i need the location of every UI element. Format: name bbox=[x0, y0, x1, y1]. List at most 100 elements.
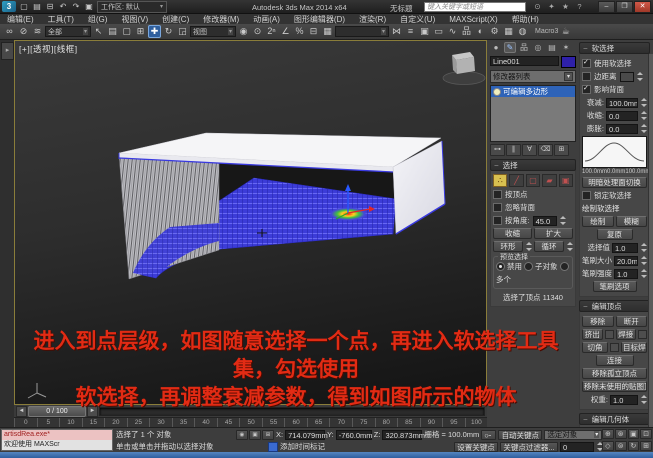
auto-key-button[interactable]: 自动关键点 bbox=[498, 430, 542, 440]
minimize-button[interactable]: – bbox=[598, 1, 615, 13]
remove-button[interactable]: 移除 bbox=[582, 316, 614, 327]
show-end-result-icon[interactable]: ∥ bbox=[506, 144, 521, 156]
soft-selection-header[interactable]: − 软选择 bbox=[579, 42, 650, 54]
absolute-relative-icon[interactable]: ⊞ bbox=[262, 430, 274, 440]
maxscript-mini-listener[interactable]: artisdRea.exe* 欢迎使用 MAXScr bbox=[1, 429, 113, 451]
material-editor-icon[interactable]: ◐ bbox=[474, 25, 487, 38]
object-color-swatch[interactable] bbox=[561, 56, 576, 68]
set-key-mode-icon[interactable]: ○╴ bbox=[481, 430, 496, 440]
coord-y-field[interactable]: -760.0mm bbox=[336, 430, 372, 440]
favorites-icon[interactable]: ★ bbox=[560, 2, 571, 12]
spinner[interactable] bbox=[640, 269, 647, 279]
bubble-field[interactable]: 0.0 bbox=[606, 124, 638, 134]
tab-hierarchy[interactable]: 品 bbox=[518, 42, 530, 53]
menu-item[interactable]: 渲染(R) bbox=[352, 14, 393, 25]
by-angle-field[interactable]: 45.0 bbox=[533, 216, 557, 226]
menu-item[interactable]: 视图(V) bbox=[114, 14, 155, 25]
selection-lock-icon[interactable]: ▣ bbox=[249, 430, 261, 440]
connect-button[interactable]: 连接 bbox=[596, 355, 634, 366]
ignore-backfacing-checkbox[interactable] bbox=[493, 203, 502, 212]
select-and-scale-icon[interactable]: ◲ bbox=[176, 25, 189, 38]
menu-item[interactable]: 修改器(M) bbox=[196, 14, 246, 25]
select-and-manipulate-icon[interactable]: ⊙ bbox=[251, 25, 264, 38]
undo-icon[interactable]: ↶ bbox=[57, 1, 69, 12]
save-file-icon[interactable]: ⊟ bbox=[44, 1, 56, 12]
orbit-icon[interactable]: ↻ bbox=[628, 441, 640, 451]
blur-button[interactable]: 模糊 bbox=[616, 216, 648, 227]
spinner[interactable] bbox=[640, 98, 647, 108]
app-logo-icon[interactable]: 3 bbox=[2, 1, 16, 12]
close-button[interactable]: ✕ bbox=[634, 1, 651, 13]
ribbon-toggle-icon[interactable]: ▭ bbox=[432, 25, 445, 38]
menu-item[interactable]: 图形编辑器(D) bbox=[287, 14, 352, 25]
menu-item[interactable]: MAXScript(X) bbox=[442, 15, 504, 24]
menu-item[interactable]: 组(G) bbox=[81, 14, 115, 25]
spinner[interactable] bbox=[560, 216, 567, 226]
edge-distance-field[interactable] bbox=[620, 72, 634, 82]
affect-backfacing-checkbox[interactable] bbox=[582, 85, 591, 94]
tab-motion[interactable]: ◎ bbox=[532, 42, 544, 53]
edit-named-sets-icon[interactable]: ▦ bbox=[321, 25, 334, 38]
key-filters-button[interactable]: 关键点过滤器... bbox=[500, 442, 558, 452]
spinner[interactable] bbox=[566, 242, 573, 252]
shaded-face-toggle-button[interactable]: 明暗处理面切换 bbox=[582, 177, 647, 188]
menu-item[interactable]: 创建(C) bbox=[155, 14, 196, 25]
by-vertex-checkbox[interactable] bbox=[493, 190, 502, 199]
mirror-icon[interactable]: ⋈ bbox=[390, 25, 403, 38]
zoom-extents-icon[interactable]: ▣ bbox=[628, 429, 640, 439]
reference-coordinate-dropdown[interactable]: 视图▾ bbox=[190, 26, 236, 37]
modifier-onoff-icon[interactable] bbox=[493, 88, 501, 96]
percent-snap-icon[interactable]: % bbox=[293, 25, 306, 38]
perspective-viewport[interactable]: [+][透视][线框] bbox=[14, 40, 487, 405]
lock-soft-selection-checkbox[interactable] bbox=[582, 191, 591, 200]
chamfer-settings-button[interactable] bbox=[610, 343, 619, 352]
polygon-mode-icon[interactable]: ▰ bbox=[542, 174, 556, 187]
select-object-icon[interactable]: ↖ bbox=[92, 25, 105, 38]
menu-item[interactable]: 自定义(U) bbox=[393, 14, 442, 25]
select-and-link-icon[interactable]: ∞ bbox=[3, 25, 16, 38]
zoom-extents-all-icon[interactable]: ⊡ bbox=[640, 429, 652, 439]
modifier-list-dropdown[interactable]: 修改器列表 ▾ bbox=[490, 70, 576, 83]
spinner-snap-icon[interactable]: ⊟ bbox=[307, 25, 320, 38]
brush-size-field[interactable]: 20.0mm bbox=[614, 256, 638, 266]
loop-button[interactable]: 循环 bbox=[534, 241, 564, 252]
remove-isolated-vertices-button[interactable]: 移除孤立顶点 bbox=[582, 368, 647, 379]
preview-off-radio[interactable] bbox=[496, 262, 505, 271]
layer-manager-icon[interactable]: ▣ bbox=[418, 25, 431, 38]
panel-scrollbar[interactable] bbox=[648, 54, 653, 428]
snaps-toggle-icon[interactable]: 2ⁿ bbox=[265, 25, 278, 38]
macro-teapot-icon[interactable]: ☕ bbox=[559, 25, 572, 38]
use-pivot-center-icon[interactable]: ◉ bbox=[237, 25, 250, 38]
selected-filter-dropdown[interactable]: 选定对象▾ bbox=[544, 430, 602, 440]
macro-button-label[interactable]: Macro3 bbox=[535, 28, 558, 35]
align-icon[interactable]: ≡ bbox=[404, 25, 417, 38]
vertex-mode-icon[interactable]: ∴ bbox=[493, 174, 507, 187]
curve-editor-icon[interactable]: ∿ bbox=[446, 25, 459, 38]
schematic-view-icon[interactable]: 品 bbox=[460, 25, 473, 38]
fov-icon[interactable]: ◇ bbox=[602, 441, 614, 451]
spinner[interactable] bbox=[640, 124, 647, 134]
infocenter-search-input[interactable]: 键入关键字或短语 bbox=[424, 2, 526, 12]
falloff-field[interactable]: 100.0mm bbox=[606, 98, 638, 108]
coord-x-field[interactable]: 714.079mm bbox=[285, 430, 325, 440]
set-key-button[interactable]: 设置关键点 bbox=[454, 442, 498, 452]
zoom-icon[interactable]: ⊕ bbox=[602, 429, 614, 439]
modifier-stack[interactable]: 可编辑多边形 bbox=[490, 85, 576, 142]
viewport-label[interactable]: [+][透视][线框] bbox=[19, 43, 78, 55]
edit-vertices-header[interactable]: − 编辑顶点 bbox=[579, 300, 650, 312]
configure-modifier-sets-icon[interactable]: ⊞ bbox=[554, 144, 569, 156]
workspace-dropdown[interactable]: 工作区: 默认▾ bbox=[97, 1, 167, 13]
maximize-button[interactable]: ❐ bbox=[616, 1, 633, 13]
redo-icon[interactable]: ↷ bbox=[70, 1, 82, 12]
timeslider-handle[interactable]: 0 / 100 bbox=[28, 406, 86, 417]
tab-create[interactable]: ● bbox=[490, 42, 502, 53]
selection-filter-dropdown[interactable]: 全部▾ bbox=[45, 26, 91, 37]
modifier-stack-selected-row[interactable]: 可编辑多边形 bbox=[491, 86, 575, 97]
tab-display[interactable]: ▤ bbox=[546, 42, 558, 53]
paint-button[interactable]: 绘制 bbox=[582, 216, 614, 227]
named-selection-sets-dropdown[interactable]: ▾ bbox=[335, 26, 389, 37]
spinner[interactable] bbox=[640, 111, 647, 121]
chamfer-button[interactable]: 切角 bbox=[582, 342, 608, 353]
weld-button[interactable]: 焊接 bbox=[616, 329, 637, 340]
by-angle-checkbox[interactable] bbox=[493, 216, 502, 225]
